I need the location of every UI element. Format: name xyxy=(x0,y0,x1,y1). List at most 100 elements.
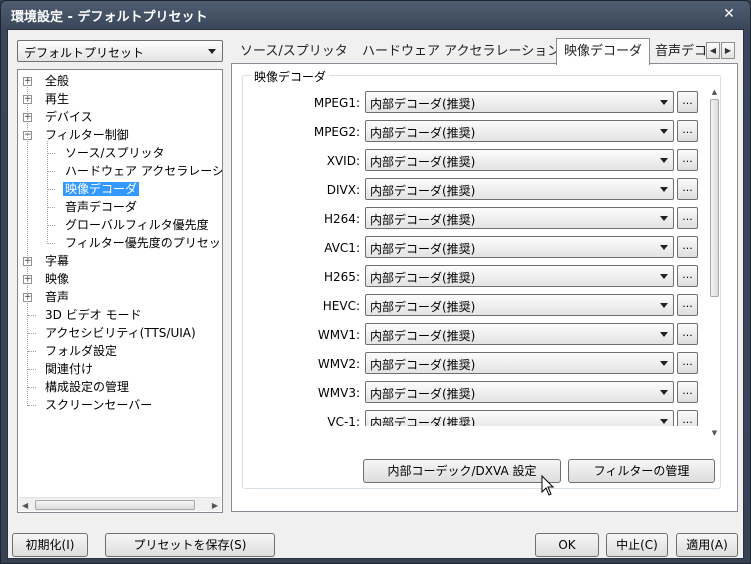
preset-dropdown-value: デフォルトプリセット xyxy=(24,46,145,60)
tree-item[interactable]: 音声デコーダ xyxy=(63,198,139,216)
tab-audio-decoder[interactable]: 音声デコ xyxy=(648,41,706,64)
decoder-options-button[interactable]: ... xyxy=(677,91,698,113)
decoder-options-button[interactable]: ... xyxy=(677,410,698,426)
decoder-format-label: DIVX: xyxy=(326,183,360,197)
decoder-options-button[interactable]: ... xyxy=(677,207,698,229)
tree-item[interactable]: アクセシビリティ(TTS/UIA) xyxy=(43,324,198,342)
decoder-row: VC-1: 内部デコーダ(推奨)... xyxy=(243,409,705,426)
tree-item-label: デバイス xyxy=(45,110,93,124)
tab-scroll-right-icon[interactable]: ▶ xyxy=(721,42,735,59)
initialize-button[interactable]: 初期化(I) xyxy=(12,533,88,557)
tree-item[interactable]: 映像デコーダ xyxy=(63,180,140,198)
tree-connector xyxy=(47,243,55,244)
decoder-dropdown-value: 内部デコーダ(推奨) xyxy=(370,271,476,285)
scroll-up-icon[interactable]: ▲ xyxy=(709,87,720,98)
decoder-dropdown[interactable]: 内部デコーダ(推奨) xyxy=(365,207,674,229)
tree-item[interactable]: 3D ビデオ モード xyxy=(43,306,144,324)
tree-item[interactable]: 映像 xyxy=(43,270,71,288)
manage-filters-button[interactable]: フィルターの管理 xyxy=(568,459,715,483)
decoder-dropdown-value: 内部デコーダ(推奨) xyxy=(370,126,476,140)
decoder-format-label: VC-1: xyxy=(327,415,360,426)
decoder-dropdown[interactable]: 内部デコーダ(推奨) xyxy=(365,149,674,171)
tab-video-decoder[interactable]: 映像デコーダ xyxy=(556,38,651,65)
tab-strip: ソース/スプリッタ ハードウェア アクセラレーション 映像デコーダ 音声デコ ◀… xyxy=(231,38,741,65)
title-bar[interactable]: 環境設定 - デフォルトプリセット ✕ xyxy=(1,1,750,27)
tree-item[interactable]: 再生 xyxy=(43,90,71,108)
close-icon[interactable]: ✕ xyxy=(720,5,738,23)
decoder-options-button[interactable]: ... xyxy=(677,352,698,374)
tree-item[interactable]: 字幕 xyxy=(43,252,71,270)
tree-item[interactable]: 関連付け xyxy=(43,360,95,378)
cancel-button[interactable]: 中止(C) xyxy=(606,533,668,557)
tree-connector xyxy=(28,387,36,388)
decoder-options-button[interactable]: ... xyxy=(677,120,698,142)
scrollbar-thumb[interactable] xyxy=(710,99,719,297)
tab-scroll-left-icon[interactable]: ◀ xyxy=(706,42,720,59)
decoder-dropdown[interactable]: 内部デコーダ(推奨) xyxy=(365,381,674,403)
group-title: 映像デコーダ xyxy=(251,68,330,85)
tree-item[interactable]: デバイス xyxy=(43,108,95,126)
decoder-options-button[interactable]: ... xyxy=(677,323,698,345)
decoder-dropdown[interactable]: 内部デコーダ(推奨) xyxy=(365,294,674,316)
apply-button[interactable]: 適用(A) xyxy=(676,533,738,557)
decoder-dropdown[interactable]: 内部デコーダ(推奨) xyxy=(365,323,674,345)
decoder-format-label: HEVC: xyxy=(322,299,360,313)
scroll-left-icon[interactable]: ◀ xyxy=(22,501,28,510)
decoder-dropdown-value: 内部デコーダ(推奨) xyxy=(370,155,476,169)
decoder-dropdown[interactable]: 内部デコーダ(推奨) xyxy=(365,91,674,113)
tree-item[interactable]: スクリーンセーバー xyxy=(43,396,154,414)
tree-item[interactable]: ハードウェア アクセラレーシ xyxy=(63,162,222,180)
settings-tree[interactable]: ◀ ▶ 全般 + 再生 + デバイス + フィルター制御 − ソース/スプリッタ ハードウェア ア… xyxy=(17,69,223,513)
decoder-options-button[interactable]: ... xyxy=(677,265,698,287)
decoder-options-button[interactable]: ... xyxy=(677,178,698,200)
tree-item[interactable]: ソース/スプリッタ xyxy=(63,144,166,162)
tree-horizontal-scrollbar[interactable]: ◀ ▶ xyxy=(19,497,221,511)
decoder-options-button[interactable]: ... xyxy=(677,381,698,403)
tree-item-label: ソース/スプリッタ xyxy=(65,146,165,160)
decoder-row: MPEG1: 内部デコーダ(推奨)... xyxy=(243,90,705,119)
decoder-options-button[interactable]: ... xyxy=(677,236,698,258)
tab-source-splitter[interactable]: ソース/スプリッタ xyxy=(233,41,355,64)
tree-item[interactable]: グローバルフィルタ優先度 xyxy=(63,216,211,234)
tab-hardware-acceleration[interactable]: ハードウェア アクセラレーション xyxy=(355,41,567,64)
decoder-options-button[interactable]: ... xyxy=(677,294,698,316)
decoder-dropdown[interactable]: 内部デコーダ(推奨) xyxy=(365,236,674,258)
scroll-down-icon[interactable]: ▼ xyxy=(709,428,720,439)
chevron-down-icon xyxy=(660,332,668,337)
scroll-right-icon[interactable]: ▶ xyxy=(212,501,218,510)
decoder-dropdown-value: 内部デコーダ(推奨) xyxy=(370,184,476,198)
scrollbar-thumb[interactable] xyxy=(35,500,195,510)
tree-connector xyxy=(47,141,48,244)
tree-connector xyxy=(28,405,36,406)
chevron-down-icon xyxy=(660,100,668,105)
decoder-format-label: WMV1: xyxy=(317,328,360,342)
preset-dropdown[interactable]: デフォルトプリセット xyxy=(17,40,223,62)
tree-item[interactable]: フィルター制御 xyxy=(43,126,131,144)
decoder-dropdown-value: 内部デコーダ(推奨) xyxy=(370,329,476,343)
ok-button[interactable]: OK xyxy=(535,533,599,557)
decoder-dropdown[interactable]: 内部デコーダ(推奨) xyxy=(365,410,674,426)
chevron-down-icon xyxy=(660,390,668,395)
tree-item[interactable]: 構成設定の管理 xyxy=(43,378,131,396)
decoder-format-label: AVC1: xyxy=(324,241,360,255)
chevron-down-icon xyxy=(208,49,216,54)
decoder-row: WMV2: 内部デコーダ(推奨)... xyxy=(243,351,705,380)
save-preset-button[interactable]: プリセットを保存(S) xyxy=(105,533,275,557)
decoder-dropdown[interactable]: 内部デコーダ(推奨) xyxy=(365,352,674,374)
tree-item[interactable]: フォルダ設定 xyxy=(43,342,119,360)
codec-dxva-settings-button[interactable]: 内部コーデック/DXVA 設定 xyxy=(363,459,561,483)
dialog-client: デフォルトプリセット ◀ ▶ 全般 + 再生 + デバイス + フィルター制御 − ソース/スプ… xyxy=(7,29,744,559)
decoder-list-scrollbar[interactable]: ▲ ▼ xyxy=(709,87,720,439)
tree-connector xyxy=(47,225,55,226)
decoder-dropdown[interactable]: 内部デコーダ(推奨) xyxy=(365,178,674,200)
decoder-dropdown[interactable]: 内部デコーダ(推奨) xyxy=(365,265,674,287)
tree-item[interactable]: 全般 xyxy=(43,72,71,90)
tree-item[interactable]: フィルター優先度のプリセッ xyxy=(63,234,222,252)
decoder-dropdown[interactable]: 内部デコーダ(推奨) xyxy=(365,120,674,142)
tree-item[interactable]: 音声 xyxy=(43,288,71,306)
decoder-row: XVID: 内部デコーダ(推奨)... xyxy=(243,148,705,177)
decoder-row: HEVC: 内部デコーダ(推奨)... xyxy=(243,293,705,322)
decoder-options-button[interactable]: ... xyxy=(677,149,698,171)
tree-item-label: 音声デコーダ xyxy=(65,200,138,214)
chevron-down-icon xyxy=(660,129,668,134)
